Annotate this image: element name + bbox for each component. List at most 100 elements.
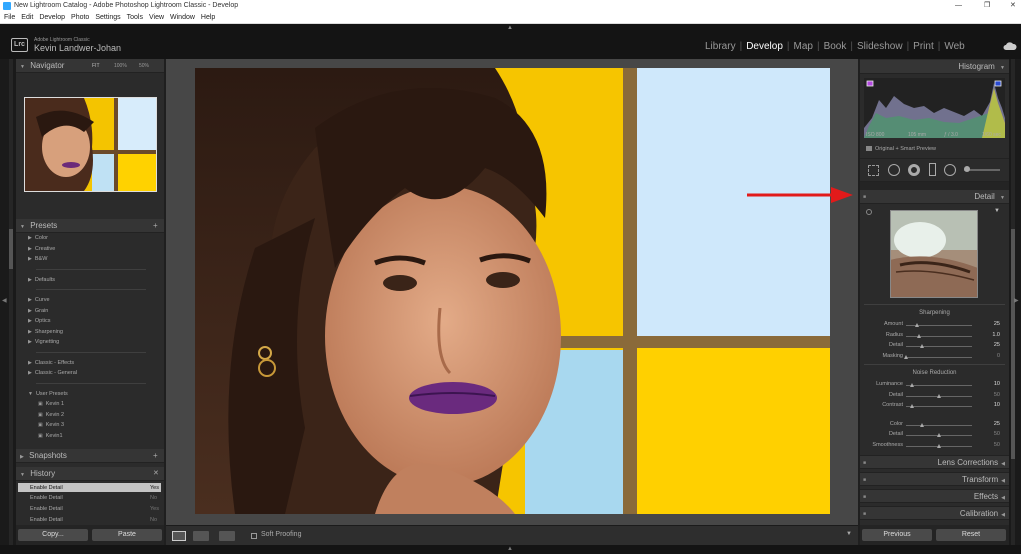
menu-tools[interactable]: Tools <box>127 14 143 21</box>
preset-group[interactable]: ▶ Grain <box>28 308 48 314</box>
zoom-50[interactable]: 50% <box>139 59 149 73</box>
slider-value[interactable]: 25 <box>986 421 1000 427</box>
detail-zoom-preview[interactable] <box>890 210 978 298</box>
preset-group[interactable]: ▶ B&W <box>28 256 47 262</box>
brush-tool-icon[interactable] <box>964 166 970 172</box>
menu-edit[interactable]: Edit <box>21 14 33 21</box>
transform-header[interactable]: ■ Transform ◀ <box>860 472 1009 486</box>
module-develop[interactable]: Develop <box>746 41 783 52</box>
menu-help[interactable]: Help <box>201 14 215 21</box>
module-book[interactable]: Book <box>824 41 847 52</box>
module-slideshow[interactable]: Slideshow <box>857 41 903 52</box>
loupe-view-button[interactable] <box>172 531 186 541</box>
menu-develop[interactable]: Develop <box>39 14 65 21</box>
slider-knob[interactable] <box>903 354 908 359</box>
graduated-filter-icon[interactable] <box>929 163 936 176</box>
close-button[interactable]: ✕ <box>1010 0 1016 12</box>
detail-panel-switch[interactable]: ■ <box>863 190 866 204</box>
preset-group-user[interactable]: ▼ User Presets <box>28 391 68 397</box>
zoom-fit[interactable]: FIT <box>92 59 100 73</box>
preset-group[interactable]: ▶ Color <box>28 235 48 241</box>
previous-button[interactable]: Previous <box>862 529 932 541</box>
presets-header[interactable]: ▼ Presets + <box>16 219 164 233</box>
slider-knob[interactable] <box>936 433 941 437</box>
slider-knob[interactable] <box>936 393 941 398</box>
preset-group[interactable]: ▶ Curve <box>28 297 50 303</box>
menu-settings[interactable]: Settings <box>95 14 120 21</box>
slider-knob[interactable] <box>920 344 924 348</box>
toolbar-menu-icon[interactable]: ▼ <box>846 531 852 537</box>
menu-photo[interactable]: Photo <box>71 14 89 21</box>
preset-group[interactable]: ▶ Creative <box>28 246 55 252</box>
history-header[interactable]: ▼ History ✕ <box>16 467 164 481</box>
user-preset-item[interactable]: ▣ Kevin 2 <box>38 412 64 418</box>
collapse-top-panel-icon[interactable]: ▲ <box>507 25 513 31</box>
slider-value[interactable]: 10 <box>986 381 1000 387</box>
collapse-filmstrip-icon[interactable]: ▲ <box>507 546 513 552</box>
history-item[interactable]: Enable Detail Yes <box>18 504 161 513</box>
slider-knob[interactable] <box>910 383 915 387</box>
slider-track[interactable] <box>906 406 972 407</box>
spot-removal-icon[interactable] <box>888 164 900 176</box>
user-preset-item[interactable]: ▣ Kevin1 <box>38 433 63 439</box>
detail-target-icon[interactable] <box>866 209 872 215</box>
preset-group[interactable]: ▶ Classic - Effects <box>28 360 74 366</box>
slider-value[interactable]: 50 <box>986 442 1000 448</box>
history-item[interactable]: Enable Detail No <box>18 493 161 502</box>
slider-value[interactable]: 10 <box>986 402 1000 408</box>
preset-group[interactable]: ▶ Sharpening <box>28 329 63 335</box>
effects-header[interactable]: ■ Effects ◀ <box>860 489 1009 503</box>
slider-value[interactable]: 25 <box>986 342 1000 348</box>
collapse-right-panel-icon[interactable]: ▶ <box>1014 297 1019 304</box>
reset-button[interactable]: Reset <box>936 529 1006 541</box>
portrait-photo[interactable] <box>195 68 830 514</box>
paste-button[interactable]: Paste <box>92 529 162 541</box>
slider-track[interactable] <box>906 356 972 358</box>
slider-track[interactable] <box>906 346 972 347</box>
module-print[interactable]: Print <box>913 41 934 52</box>
module-library[interactable]: Library <box>705 41 736 52</box>
slider-value[interactable]: 50 <box>986 392 1000 398</box>
cloud-sync-icon[interactable] <box>1003 41 1017 51</box>
slider-knob[interactable] <box>936 443 941 448</box>
module-map[interactable]: Map <box>794 41 813 52</box>
slider-track[interactable] <box>906 424 972 426</box>
slider-track[interactable] <box>906 385 972 386</box>
user-preset-item[interactable]: ▣ Kevin 3 <box>38 422 64 428</box>
navigator-header[interactable]: ▼ Navigator FIT 100% 50% <box>16 59 164 73</box>
add-snapshot-button[interactable]: + <box>153 449 158 463</box>
radial-filter-icon[interactable] <box>944 164 956 176</box>
histogram[interactable] <box>864 78 1005 138</box>
module-web[interactable]: Web <box>944 41 964 52</box>
detail-header[interactable]: ■ Detail ▼ <box>860 190 1009 204</box>
histogram-header[interactable]: Histogram ▼ <box>860 60 1009 74</box>
add-preset-button[interactable]: + <box>153 219 158 233</box>
calibration-header[interactable]: ■ Calibration ◀ <box>860 506 1009 520</box>
maximize-button[interactable]: ❐ <box>984 0 990 12</box>
before-after-view-button[interactable] <box>193 531 209 541</box>
slider-value[interactable]: 25 <box>986 321 1000 327</box>
minimize-button[interactable]: — <box>955 0 962 12</box>
lens-corrections-header[interactable]: ■ Lens Corrections ◀ <box>860 455 1009 469</box>
slider-knob[interactable] <box>920 422 924 427</box>
history-item[interactable]: Enable Detail No <box>18 515 161 524</box>
slider-knob[interactable] <box>910 404 915 408</box>
menu-file[interactable]: File <box>4 14 15 21</box>
slider-knob[interactable] <box>914 323 919 327</box>
user-preset-item[interactable]: ▣ Kevin 1 <box>38 401 64 407</box>
preset-group[interactable]: ▶ Classic - General <box>28 370 77 376</box>
preset-group[interactable]: ▶ Defaults <box>28 277 55 283</box>
menu-window[interactable]: Window <box>170 14 195 21</box>
collapse-left-panel-icon[interactable]: ◀ <box>2 297 7 304</box>
before-after-swap-button[interactable] <box>219 531 235 541</box>
red-eye-icon[interactable] <box>908 164 920 176</box>
right-panel-scrollbar[interactable] <box>1011 229 1015 459</box>
preset-group[interactable]: ▶ Vignetting <box>28 339 59 345</box>
preset-group[interactable]: ▶ Optics <box>28 318 50 324</box>
zoom-100[interactable]: 100% <box>114 59 127 73</box>
slider-value[interactable]: 50 <box>986 431 1000 437</box>
slider-value[interactable]: 0 <box>986 353 1000 359</box>
navigator-preview[interactable] <box>24 97 157 192</box>
snapshots-header[interactable]: ▶ Snapshots + <box>16 449 164 463</box>
clear-history-button[interactable]: ✕ <box>153 467 159 481</box>
